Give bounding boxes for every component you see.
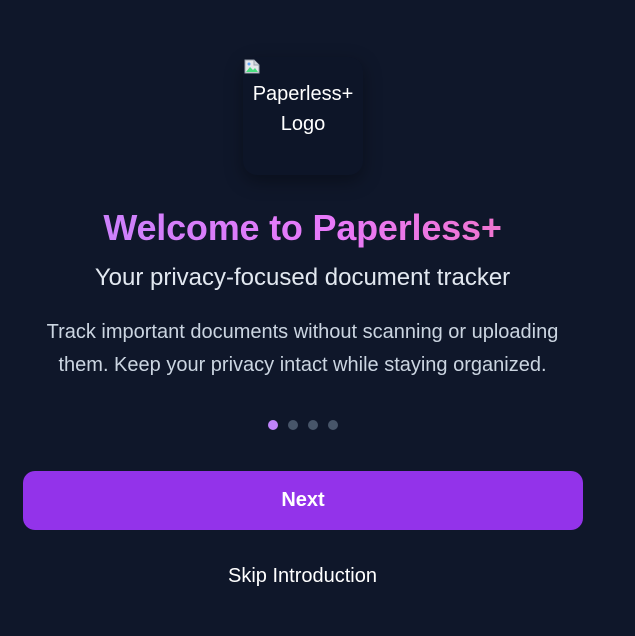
pagination-dot-2[interactable] (288, 420, 298, 430)
app-logo: Paperless+ Logo (243, 57, 363, 175)
welcome-subtitle: Your privacy-focused document tracker (94, 264, 511, 291)
skip-introduction-link[interactable]: Skip Introduction (0, 562, 605, 590)
pagination-dots (268, 420, 338, 430)
pagination-dot-3[interactable] (308, 420, 318, 430)
welcome-description: Track important documents without scanni… (46, 321, 559, 376)
onboarding-screen: Paperless+ Logo Welcome to Paperless+ Yo… (0, 0, 635, 636)
pagination-dot-1[interactable] (268, 420, 278, 430)
welcome-title: Welcome to Paperless+ (0, 205, 605, 251)
next-button[interactable]: Next (23, 471, 583, 530)
broken-image-icon (244, 59, 260, 74)
pagination-dot-4[interactable] (328, 420, 338, 430)
logo-alt-text: Paperless+ Logo (252, 83, 354, 135)
